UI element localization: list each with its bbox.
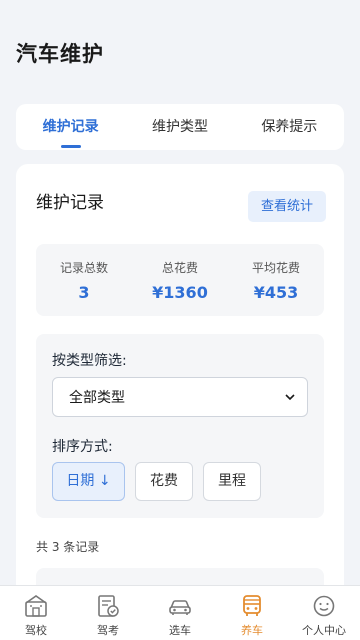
nav-label: 选车 <box>169 624 191 637</box>
sort-by-date-button[interactable]: 日期 ↓ <box>52 462 125 501</box>
tab-service-reminders[interactable]: 保养提示 <box>235 104 344 150</box>
filter-panel: 按类型筛选: 全部类型 排序方式: 日期 ↓ 花费 里程 <box>36 334 324 518</box>
summary-total-records: 记录总数 3 <box>36 244 132 316</box>
summary-panel: 记录总数 3 总花费 ¥1360 平均花费 ¥453 <box>36 244 324 316</box>
record-count: 共 3 条记录 <box>36 540 100 554</box>
summary-label: 记录总数 <box>59 261 108 275</box>
nav-label: 养车 <box>241 624 263 637</box>
summary-average-cost: 平均花费 ¥453 <box>228 244 324 316</box>
tab-maintenance-types[interactable]: 维护类型 <box>125 104 234 150</box>
summary-total-cost: 总花费 ¥1360 <box>132 244 228 316</box>
bus-icon <box>243 595 261 616</box>
sort-by-cost-button[interactable]: 花费 <box>135 462 193 501</box>
card-title: 维护记录 <box>36 193 104 213</box>
nav-item-choose-car[interactable]: 选车 <box>144 586 216 640</box>
sort-options: 日期 ↓ 花费 里程 <box>52 462 261 501</box>
sort-label: 排序方式: <box>52 439 113 455</box>
tab-maintenance-records[interactable]: 维护记录 <box>16 104 125 150</box>
type-filter-value: 全部类型 <box>69 390 125 406</box>
nav-item-profile[interactable]: 个人中心 <box>288 586 360 640</box>
summary-label: 总花费 <box>161 261 198 275</box>
summary-label: 平均花费 <box>251 261 300 275</box>
type-filter-label: 按类型筛选: <box>52 353 127 369</box>
summary-value: ¥453 <box>253 283 299 302</box>
car-icon <box>169 600 191 615</box>
nav-label: 驾考 <box>97 624 119 637</box>
summary-value: 3 <box>78 283 90 302</box>
sort-by-mileage-button[interactable]: 里程 <box>203 462 261 501</box>
records-card: 维护记录 查看统计 记录总数 3 总花费 ¥1360 平均花费 ¥453 按类型… <box>16 164 344 640</box>
exam-icon <box>98 595 119 617</box>
nav-item-driving-exam[interactable]: 驾考 <box>72 586 144 640</box>
nav-label: 驾校 <box>25 624 47 637</box>
nav-item-driving-school[interactable]: 驾校 <box>0 586 72 640</box>
type-filter-select[interactable]: 全部类型 <box>52 377 308 417</box>
page-title: 汽车维护 <box>16 42 104 66</box>
smile-icon <box>313 595 335 617</box>
nav-item-car-care[interactable]: 养车 <box>216 586 288 640</box>
chevron-down-icon <box>285 394 295 401</box>
summary-value: ¥1360 <box>152 283 208 302</box>
nav-label: 个人中心 <box>302 624 346 637</box>
view-stats-button[interactable]: 查看统计 <box>248 191 326 222</box>
school-icon <box>25 595 47 617</box>
bottom-nav: 驾校 驾考 选车 养车 个人中心 <box>0 585 360 640</box>
tab-bar: 维护记录 维护类型 保养提示 <box>16 104 344 150</box>
